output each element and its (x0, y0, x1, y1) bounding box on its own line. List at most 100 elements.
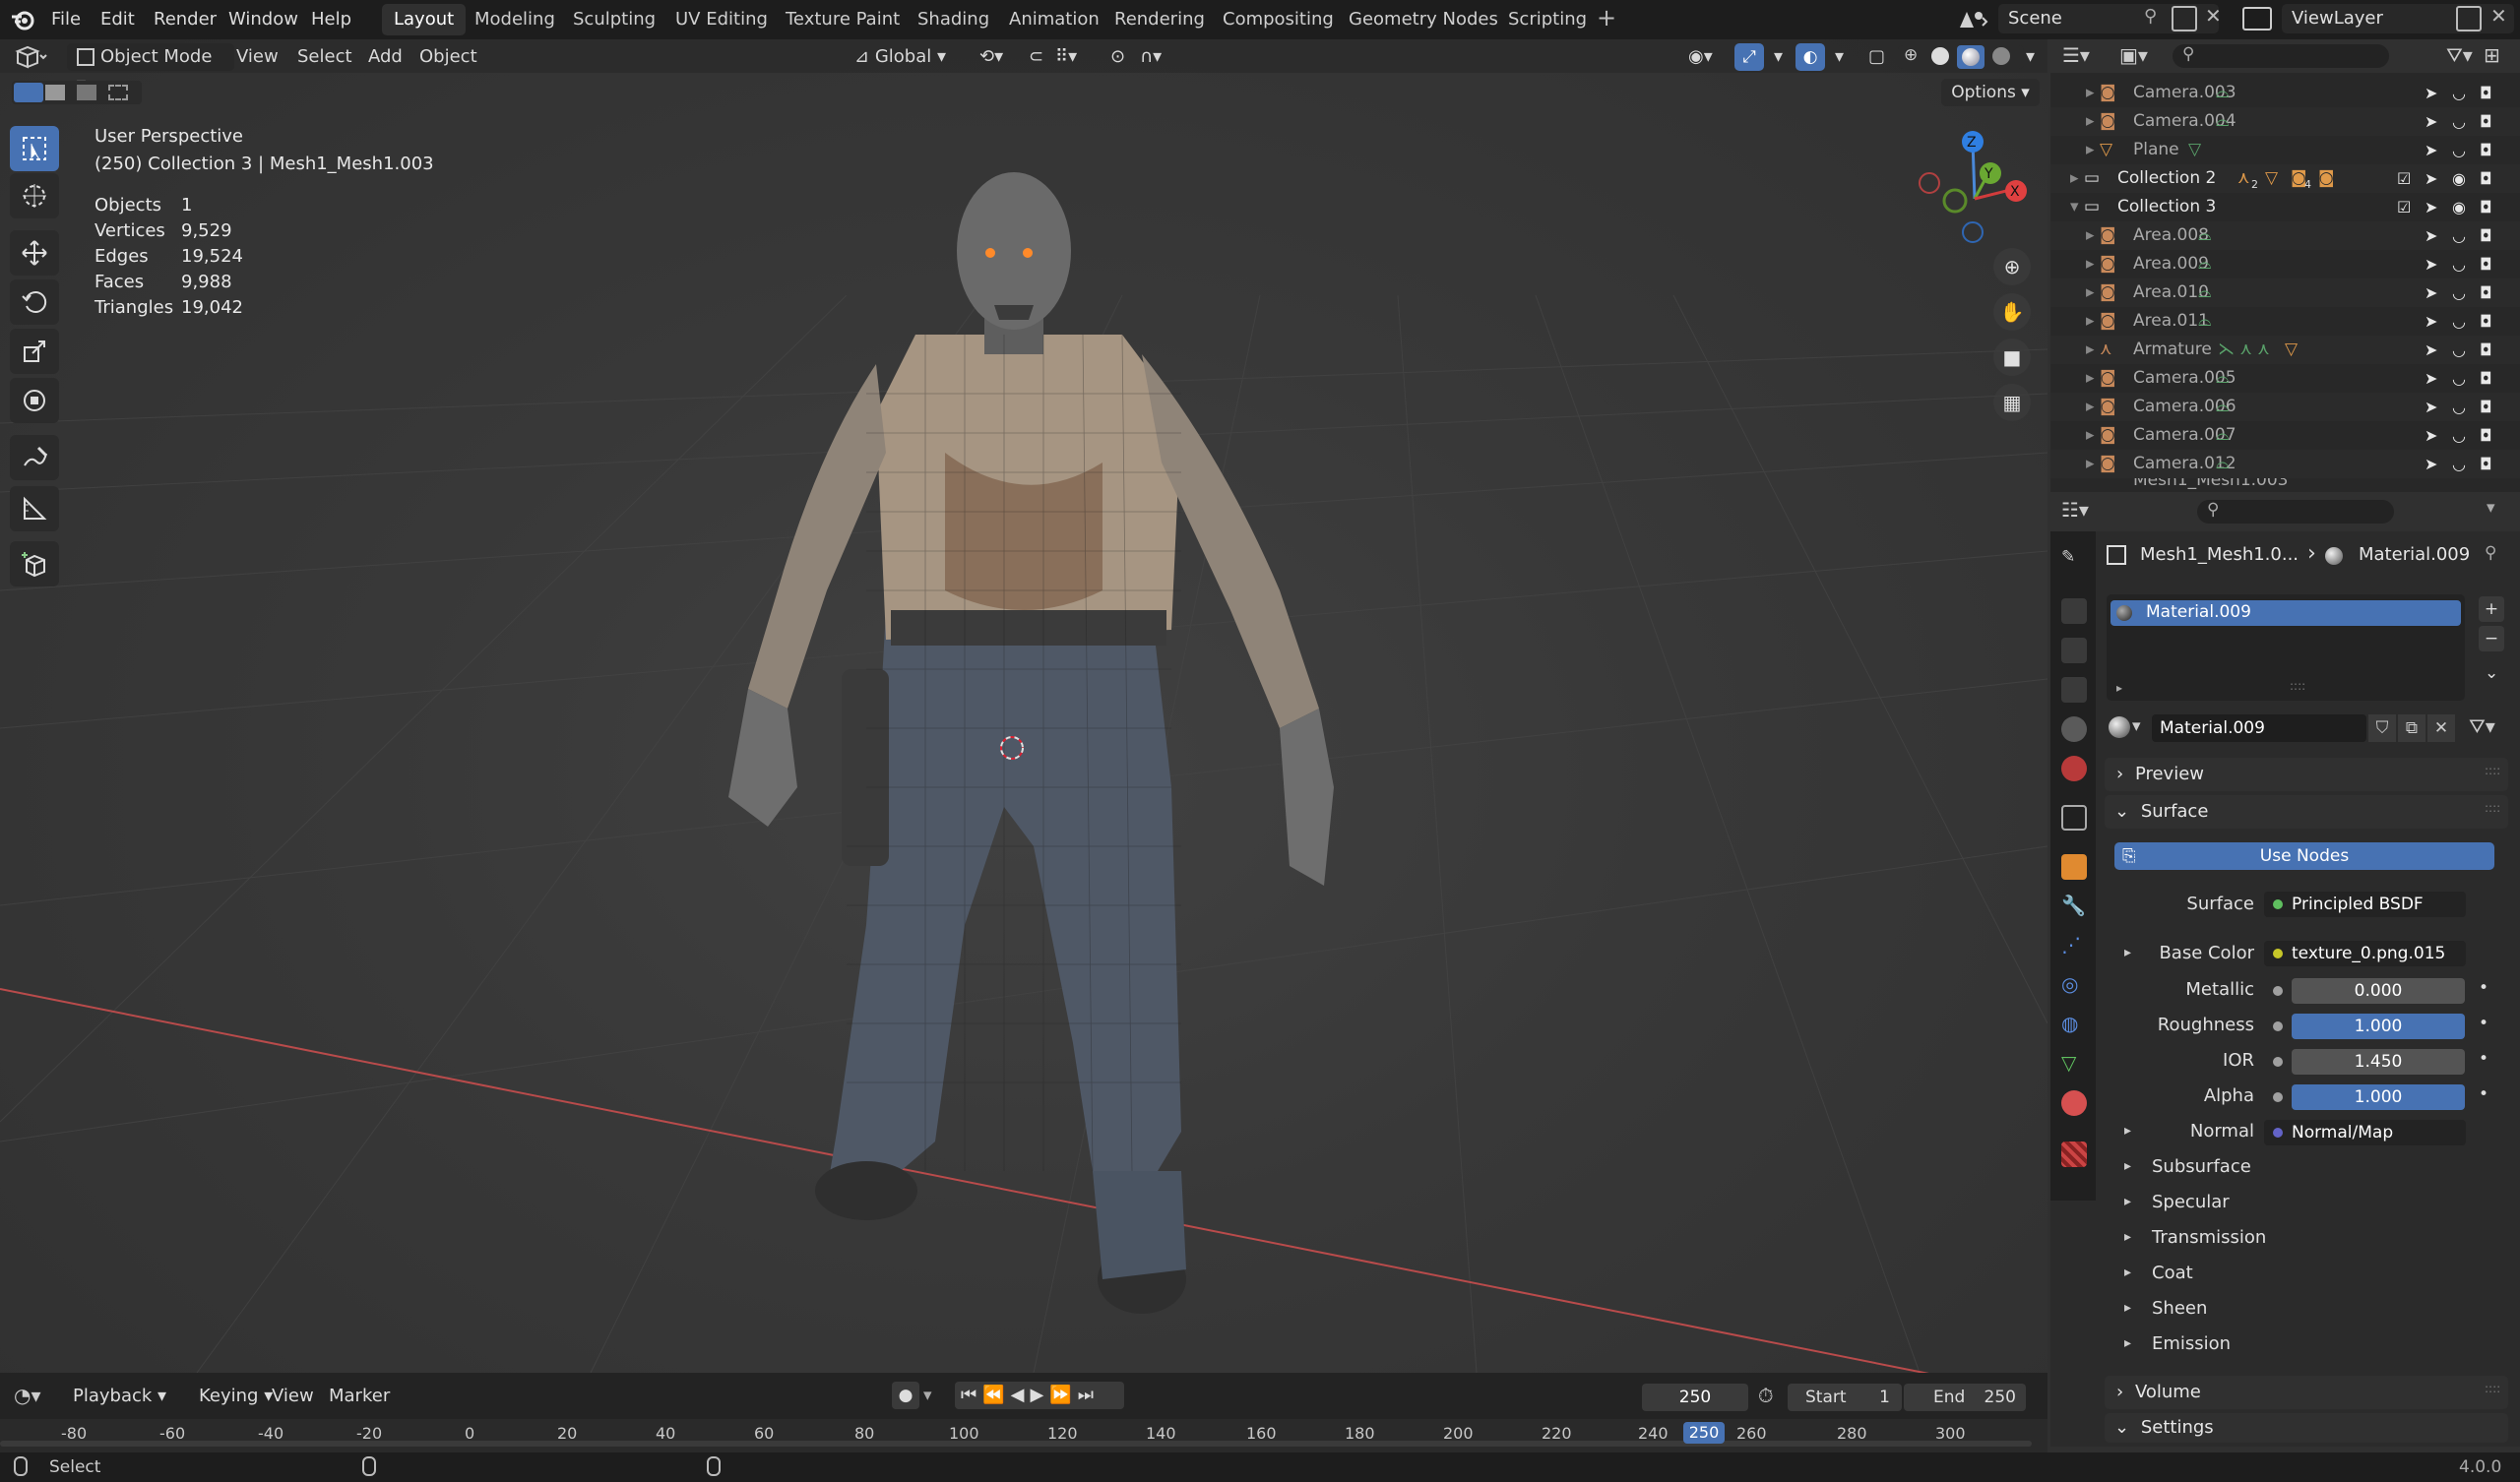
expand-arrow-icon[interactable]: ▸ (2124, 1335, 2131, 1351)
tab-layout[interactable]: Layout (382, 4, 467, 35)
particles-tab-icon[interactable]: ⋰ (2061, 933, 2087, 958)
material-shading-icon[interactable] (1957, 45, 1984, 69)
menu-file[interactable]: File (47, 0, 85, 39)
specular-subpanel[interactable]: Specular (2152, 1192, 2230, 1212)
select-box-tool[interactable] (10, 126, 59, 171)
hide-icon[interactable]: ◡ (2452, 107, 2466, 136)
scale-tool[interactable] (10, 329, 59, 374)
zoom-icon[interactable]: ⊕ (1993, 248, 2031, 285)
exclude-checkbox[interactable]: ☑ (2397, 193, 2411, 221)
render-icon[interactable]: ◘ (2480, 136, 2492, 164)
outliner-row[interactable]: ▸ ◙ Camera.003 ⌓ ➤ ◡ ◘ (2050, 79, 2520, 107)
coat-subpanel[interactable]: Coat (2152, 1263, 2193, 1283)
editor-type-icon[interactable] (14, 45, 47, 69)
outliner-row[interactable]: ▸ ◙ Camera.007 ⌓ ➤ ◡ ◘ (2050, 421, 2520, 450)
outliner-row[interactable]: ▸ ◙ Camera.005 ⌓ ➤ ◡ ◘ (2050, 364, 2520, 393)
render-icon[interactable]: ◘ (2480, 421, 2492, 450)
timeline-view-menu[interactable]: View (272, 1386, 314, 1406)
surface-shader-field[interactable]: Principled BSDF (2264, 892, 2466, 917)
drag-handle-icon[interactable]: :::: (2485, 801, 2500, 815)
list-resize-handle[interactable]: :::: (2290, 679, 2305, 693)
outliner-row[interactable]: ▸ ◙ Camera.012 ⌓ ➤ ◡ ◘ (2050, 450, 2520, 478)
expand-arrow-icon[interactable]: ▸ (2086, 278, 2095, 307)
list-expand-icon[interactable]: ▸ (2116, 681, 2122, 695)
render-icon[interactable]: ◘ (2480, 278, 2492, 307)
expand-arrow-icon[interactable]: ▸ (2070, 164, 2079, 193)
record-options-icon[interactable]: ▾ (923, 1386, 932, 1405)
expand-arrow-icon[interactable]: ▸ (2086, 136, 2095, 164)
new-collection-icon[interactable]: ⊞ (2484, 43, 2500, 67)
tab-compositing[interactable]: Compositing (1211, 4, 1346, 35)
new-viewlayer-icon[interactable] (2456, 6, 2482, 31)
browse-material-icon[interactable] (2109, 716, 2130, 738)
outliner-row[interactable]: ▸ ◙ Area.009 ⌓ ➤ ◡ ◘ (2050, 250, 2520, 278)
surface-panel-header[interactable]: ⌄ Surface (2105, 795, 2508, 829)
alpha-field[interactable]: 1.000 (2292, 1084, 2465, 1110)
pin-icon[interactable]: ⚲ (2485, 543, 2496, 563)
gizmo-dropdown-icon[interactable]: ▾ (1764, 43, 1793, 71)
pin-icon[interactable]: ⚲ (2144, 6, 2157, 27)
expand-arrow-icon[interactable]: ▸ (2124, 1158, 2131, 1174)
slot-specials-icon[interactable]: ⌄ (2485, 663, 2498, 683)
transform-tool[interactable] (10, 378, 59, 423)
tab-texture-paint[interactable]: Texture Paint (774, 4, 912, 35)
expand-arrow-icon[interactable]: ▸ (2086, 421, 2095, 450)
tab-sculpting[interactable]: Sculpting (561, 4, 667, 35)
selectable-icon[interactable]: ➤ (2425, 307, 2437, 336)
material-slot-item[interactable]: Material.009 (2110, 600, 2461, 626)
jump-start-icon[interactable]: ⏮ (961, 1385, 982, 1405)
outliner-row-clipped[interactable]: Mesh1_Mesh1.003 (2050, 478, 2520, 492)
outliner-row[interactable]: ▸ ◙ Area.008 ⌓ ➤ ◡ ◘ (2050, 221, 2520, 250)
visibility-icon[interactable]: ◉▾ (1678, 43, 1723, 71)
play-reverse-icon[interactable]: ◀ (1011, 1385, 1031, 1405)
expand-arrow-icon[interactable]: ▸ (2124, 1300, 2131, 1316)
tab-geometry-nodes[interactable]: Geometry Nodes (1337, 4, 1510, 35)
hide-icon[interactable]: ◡ (2452, 250, 2466, 278)
browse-dropdown-icon[interactable]: ▾ (2132, 716, 2141, 736)
menu-edit[interactable]: Edit (96, 0, 139, 39)
expand-arrow-icon[interactable]: ▸ (2124, 1229, 2131, 1245)
snap-target-icon[interactable]: ⠿▾ (1045, 43, 1087, 71)
view-layer-tab-icon[interactable] (2061, 677, 2087, 703)
xray-icon[interactable]: ▢ (1858, 43, 1895, 71)
current-frame-field[interactable]: 250 (1642, 1384, 1748, 1411)
hide-icon[interactable]: ◡ (2452, 221, 2466, 250)
keyframe-dot-icon[interactable]: • (2479, 978, 2488, 998)
expand-arrow-icon[interactable]: ▸ (2086, 450, 2095, 478)
timeline-editor-icon[interactable]: ◔▾ (14, 1384, 41, 1407)
tab-animation[interactable]: Animation (997, 4, 1111, 35)
scene-tab-icon[interactable] (2061, 716, 2087, 742)
hide-icon[interactable]: ◡ (2452, 364, 2466, 393)
expand-arrow-icon[interactable]: ▸ (2086, 221, 2095, 250)
expand-arrow-icon[interactable]: ▸ (2086, 393, 2095, 421)
exclude-checkbox[interactable]: ☑ (2397, 164, 2411, 193)
render-icon[interactable]: ◘ (2480, 364, 2492, 393)
selectable-icon[interactable]: ➤ (2425, 450, 2437, 478)
hide-icon[interactable]: ◡ (2452, 421, 2466, 450)
render-icon[interactable]: ◘ (2480, 393, 2492, 421)
selectable-icon[interactable]: ➤ (2425, 136, 2437, 164)
volume-panel-header[interactable]: › Volume (2105, 1376, 2508, 1409)
keyframe-dot-icon[interactable]: • (2479, 1084, 2488, 1104)
blender-logo-icon[interactable] (10, 8, 35, 31)
next-keyframe-icon[interactable]: ⏩ (1049, 1385, 1077, 1405)
render-icon[interactable]: ◘ (2480, 336, 2492, 364)
selectable-icon[interactable]: ➤ (2425, 221, 2437, 250)
outliner-row[interactable]: ▸ ◙ Area.010 ⌓ ➤ ◡ ◘ (2050, 278, 2520, 307)
perspective-grid-icon[interactable]: ▦ (1993, 384, 2031, 421)
drag-handle-icon[interactable]: :::: (2485, 764, 2500, 777)
wireframe-shading-icon[interactable]: ⊕ (1904, 45, 1918, 65)
render-icon[interactable]: ◘ (2480, 307, 2492, 336)
solid-shading-icon[interactable] (1931, 47, 1949, 65)
menu-window[interactable]: Window (224, 0, 302, 39)
outliner-row[interactable]: ▸ ◙ Camera.006 ⌓ ➤ ◡ ◘ (2050, 393, 2520, 421)
select-extend-icon[interactable] (45, 85, 65, 100)
selectable-icon[interactable]: ➤ (2425, 393, 2437, 421)
viewlayer-icon[interactable] (2242, 7, 2272, 31)
menu-object[interactable]: Object (410, 43, 487, 71)
selectable-icon[interactable]: ➤ (2425, 250, 2437, 278)
render-icon[interactable]: ◘ (2480, 193, 2492, 221)
camera-view-icon[interactable]: ■ (1993, 339, 2031, 376)
outliner-editor-icon[interactable]: ☰▾ (2062, 43, 2090, 67)
render-icon[interactable]: ◘ (2480, 450, 2492, 478)
